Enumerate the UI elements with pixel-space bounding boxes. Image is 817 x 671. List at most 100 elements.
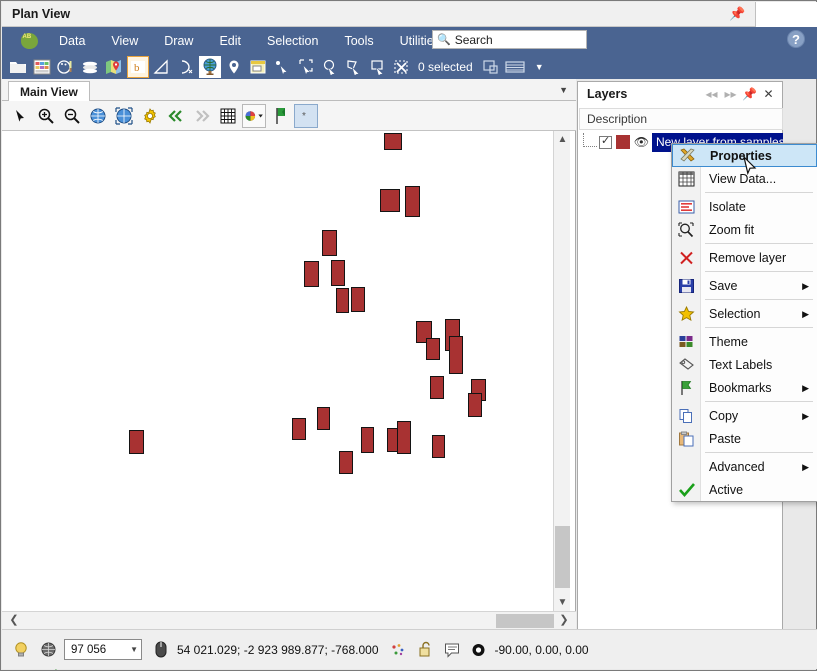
pin-icon[interactable]: 📌 xyxy=(729,6,745,22)
map-feature-polygon[interactable] xyxy=(468,393,482,417)
menu-item-edit[interactable]: Edit xyxy=(206,31,254,51)
next-view-icon[interactable] xyxy=(190,104,214,128)
map-feature-polygon[interactable] xyxy=(129,430,144,454)
select-circle-icon[interactable] xyxy=(319,56,341,78)
zoom-out-icon[interactable] xyxy=(60,104,84,128)
layer-color-swatch[interactable] xyxy=(616,135,630,149)
ribbon-overflow-chevron-down-icon[interactable]: ▼ xyxy=(535,62,544,72)
context-menu-item-bookmarks[interactable]: Bookmarks ▶ xyxy=(672,376,817,399)
zoom-fit-icon[interactable] xyxy=(112,104,136,128)
map-feature-polygon[interactable] xyxy=(380,189,400,212)
close-icon[interactable]: ✕ xyxy=(759,85,778,104)
map-feature-polygon[interactable] xyxy=(351,287,365,312)
copy-selection-icon[interactable] xyxy=(480,56,502,78)
map-feature-polygon[interactable] xyxy=(322,230,337,256)
map-feature-polygon[interactable] xyxy=(432,435,445,458)
context-menu-item-paste[interactable]: Paste xyxy=(672,427,817,450)
lightbulb-icon[interactable] xyxy=(10,639,32,661)
context-menu-item-zoom-fit[interactable]: Zoom fit xyxy=(672,218,817,241)
context-menu-item-copy[interactable]: Copy ▶ xyxy=(672,404,817,427)
drillhole-icon[interactable] xyxy=(175,56,197,78)
search-input[interactable]: 🔍 Search xyxy=(432,30,587,49)
context-menu-item-active[interactable]: Active xyxy=(672,478,817,501)
grid-icon[interactable] xyxy=(216,104,240,128)
map-feature-polygon[interactable] xyxy=(426,338,440,360)
tab-main-view[interactable]: Main View xyxy=(8,81,90,101)
folder-open-icon[interactable] xyxy=(7,56,29,78)
settings-gear-icon[interactable] xyxy=(138,104,162,128)
canvas-horizontal-scrollbar[interactable]: ❮ ❯ xyxy=(2,611,576,629)
spreadsheet-icon[interactable] xyxy=(31,56,53,78)
color-palette-icon[interactable] xyxy=(242,104,266,128)
pointer-icon[interactable] xyxy=(8,104,32,128)
unlocked-padlock-icon[interactable] xyxy=(414,639,436,661)
menu-item-draw[interactable]: Draw xyxy=(151,31,206,51)
canvas-vertical-scrollbar[interactable]: ▲ ▼ xyxy=(553,131,570,611)
tabstrip-chevron-down-icon[interactable]: ▼ xyxy=(559,85,568,95)
bookmark-icon[interactable] xyxy=(268,104,292,128)
location-pin-icon[interactable] xyxy=(223,56,245,78)
scroll-chevron-down-icon[interactable]: ▼ xyxy=(554,594,571,611)
chevron-down-icon[interactable]: ▼ xyxy=(130,645,138,654)
context-menu-item-remove-layer[interactable]: Remove layer xyxy=(672,246,817,269)
map-feature-polygon[interactable] xyxy=(331,260,345,286)
pin-icon[interactable]: 📌 xyxy=(740,85,759,104)
layer-visibility-checkbox[interactable] xyxy=(599,136,612,149)
map-feature-polygon[interactable] xyxy=(405,186,420,217)
menu-item-view[interactable]: View xyxy=(98,31,151,51)
clear-selection-icon[interactable] xyxy=(391,56,413,78)
zoom-in-icon[interactable] xyxy=(34,104,58,128)
annotation-icon[interactable] xyxy=(441,639,463,661)
map-feature-polygon[interactable] xyxy=(397,421,411,454)
zoom-all-icon[interactable] xyxy=(86,104,110,128)
eye-view-icon[interactable] xyxy=(468,639,490,661)
map-feature-polygon[interactable] xyxy=(292,418,306,440)
context-menu-item-text-labels[interactable]: Text Labels xyxy=(672,353,817,376)
render-globe-icon[interactable] xyxy=(37,639,59,661)
select-rectangle-icon[interactable] xyxy=(295,56,317,78)
map-feature-polygon[interactable] xyxy=(336,288,349,313)
next-arrow-icon[interactable]: ▸▸ xyxy=(721,85,740,104)
triangulation-icon[interactable] xyxy=(151,56,173,78)
menu-item-data[interactable]: Data xyxy=(46,31,98,51)
context-menu-item-selection[interactable]: Selection ▶ xyxy=(672,302,817,325)
context-menu-item-view-data[interactable]: View Data... xyxy=(672,167,817,190)
snap-points-icon[interactable] xyxy=(387,639,409,661)
select-polygon-icon[interactable] xyxy=(343,56,365,78)
map-feature-polygon[interactable] xyxy=(339,451,353,474)
map-canvas[interactable] xyxy=(10,133,550,611)
layers-stack-icon[interactable] xyxy=(79,56,101,78)
context-menu-item-isolate[interactable]: Isolate xyxy=(672,195,817,218)
map-feature-polygon[interactable] xyxy=(361,427,374,453)
globe-icon[interactable] xyxy=(199,56,221,78)
map-feature-polygon[interactable] xyxy=(317,407,330,430)
map-feature-polygon[interactable] xyxy=(449,336,463,374)
select-point-icon[interactable] xyxy=(271,56,293,78)
context-menu-item-save[interactable]: Save ▶ xyxy=(672,274,817,297)
palette-icon[interactable] xyxy=(55,56,77,78)
map-pin-map-icon[interactable] xyxy=(103,56,125,78)
map-feature-polygon[interactable] xyxy=(430,376,444,399)
context-menu-item-theme[interactable]: Theme xyxy=(672,330,817,353)
layers-column-header[interactable]: Description xyxy=(579,108,783,130)
select-box-icon[interactable] xyxy=(367,56,389,78)
previous-view-icon[interactable] xyxy=(164,104,188,128)
context-menu-item-advanced[interactable]: Advanced ▶ xyxy=(672,455,817,478)
scroll-chevron-left-icon[interactable]: ❮ xyxy=(5,612,23,629)
legend-icon[interactable] xyxy=(247,56,269,78)
prev-arrow-icon[interactable]: ◂◂ xyxy=(702,85,721,104)
selection-table-icon[interactable] xyxy=(504,56,526,78)
snapshot-icon[interactable]: * xyxy=(294,104,318,128)
help-button[interactable]: ? xyxy=(787,30,805,48)
map-canvas-container[interactable]: y x z 2km xyxy=(2,131,576,611)
scroll-chevron-up-icon[interactable]: ▲ xyxy=(554,131,571,148)
map-feature-polygon[interactable] xyxy=(384,133,402,150)
vertical-scroll-thumb[interactable] xyxy=(555,526,570,588)
menu-item-tools[interactable]: Tools xyxy=(331,31,386,51)
map-feature-polygon[interactable] xyxy=(304,261,319,287)
menu-item-selection[interactable]: Selection xyxy=(254,31,331,51)
eye-icon[interactable]: 👁 xyxy=(633,135,650,149)
horizontal-scroll-thumb[interactable] xyxy=(496,614,554,628)
app-logo-icon[interactable] xyxy=(12,29,46,53)
scale-select[interactable]: 97 056 ▼ xyxy=(64,639,142,660)
